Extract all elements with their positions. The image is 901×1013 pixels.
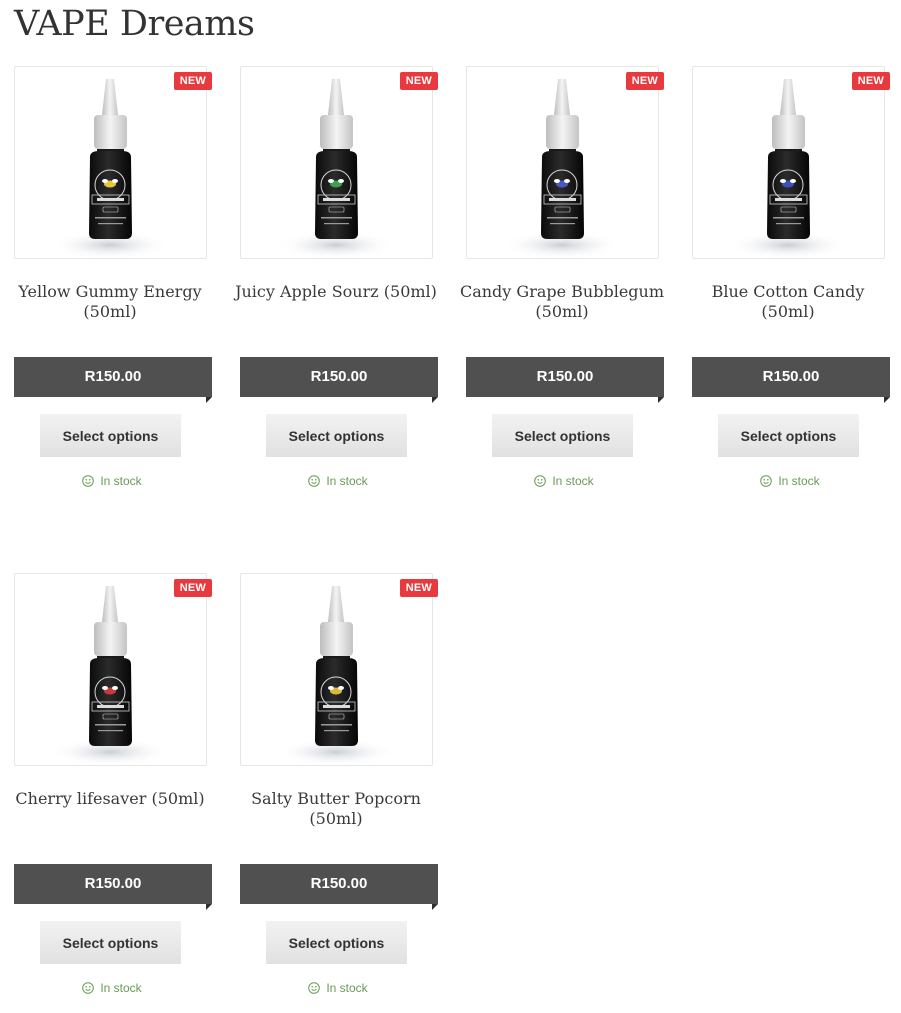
bottle-icon <box>50 586 170 765</box>
smiley-icon <box>534 475 547 487</box>
new-badge: NEW <box>173 579 212 597</box>
select-options-button[interactable]: Select options <box>266 414 407 457</box>
stock-status: In stock <box>692 474 888 488</box>
product-grid: NEW Yellow Gummy Energy (50ml) R150.00 S… <box>0 0 901 1013</box>
price-bar: R150.00 <box>466 357 664 403</box>
stock-label: In stock <box>552 474 594 488</box>
new-badge: NEW <box>851 72 890 90</box>
price-bar: R150.00 <box>692 357 890 403</box>
stock-label: In stock <box>326 981 368 995</box>
smiley-icon <box>308 982 321 994</box>
select-options-button[interactable]: Select options <box>40 921 181 964</box>
price-bar: R150.00 <box>240 864 438 910</box>
product-card: NEW Blue Cotton Candy (50ml) R150.00 Sel… <box>692 66 892 506</box>
product-title-link[interactable]: Candy Grape Bubblegum (50ml) <box>458 282 666 322</box>
price-bar: R150.00 <box>14 864 212 910</box>
new-badge: NEW <box>625 72 664 90</box>
product-card: NEW Yellow Gummy Energy (50ml) R150.00 S… <box>14 66 214 506</box>
stock-label: In stock <box>778 474 820 488</box>
bottle-icon <box>728 79 848 258</box>
product-image-link[interactable] <box>14 66 207 259</box>
product-title-link[interactable]: Juicy Apple Sourz (50ml) <box>232 282 440 302</box>
stock-label: In stock <box>100 981 142 995</box>
smiley-icon <box>82 982 95 994</box>
product-image-link[interactable] <box>692 66 885 259</box>
product-image-link[interactable] <box>14 573 207 766</box>
stock-status: In stock <box>240 981 436 995</box>
product-card: NEW Salty Butter Popcorn (50ml) R150.00 … <box>240 573 440 1013</box>
smiley-icon <box>308 475 321 487</box>
select-options-button[interactable]: Select options <box>266 921 407 964</box>
product-title-link[interactable]: Yellow Gummy Energy (50ml) <box>6 282 214 322</box>
product-card: NEW Juicy Apple Sourz (50ml) R150.00 Sel… <box>235 66 440 506</box>
bottle-icon <box>50 79 170 258</box>
product-image-link[interactable] <box>240 573 433 766</box>
bottle-icon <box>276 586 396 765</box>
bottle-icon <box>276 79 396 258</box>
product-image-link[interactable] <box>466 66 659 259</box>
product-title-link[interactable]: Salty Butter Popcorn (50ml) <box>232 789 440 829</box>
price-bar: R150.00 <box>240 357 438 403</box>
stock-status: In stock <box>466 474 662 488</box>
select-options-button[interactable]: Select options <box>718 414 859 457</box>
new-badge: NEW <box>399 579 438 597</box>
smiley-icon <box>760 475 773 487</box>
price-bar: R150.00 <box>14 357 212 403</box>
bottle-icon <box>502 79 622 258</box>
new-badge: NEW <box>399 72 438 90</box>
stock-label: In stock <box>326 474 368 488</box>
stock-status: In stock <box>14 474 210 488</box>
new-badge: NEW <box>173 72 212 90</box>
select-options-button[interactable]: Select options <box>40 414 181 457</box>
select-options-button[interactable]: Select options <box>492 414 633 457</box>
stock-status: In stock <box>14 981 210 995</box>
stock-label: In stock <box>100 474 142 488</box>
product-image-link[interactable] <box>240 66 433 259</box>
product-card: NEW Candy Grape Bubblegum (50ml) R150.00… <box>460 66 666 506</box>
product-title-link[interactable]: Cherry lifesaver (50ml) <box>6 789 214 809</box>
stock-status: In stock <box>240 474 436 488</box>
smiley-icon <box>82 475 95 487</box>
product-card: NEW Cherry lifesaver (50ml) R150.00 Sele… <box>14 573 214 1013</box>
product-title-link[interactable]: Blue Cotton Candy (50ml) <box>684 282 892 322</box>
